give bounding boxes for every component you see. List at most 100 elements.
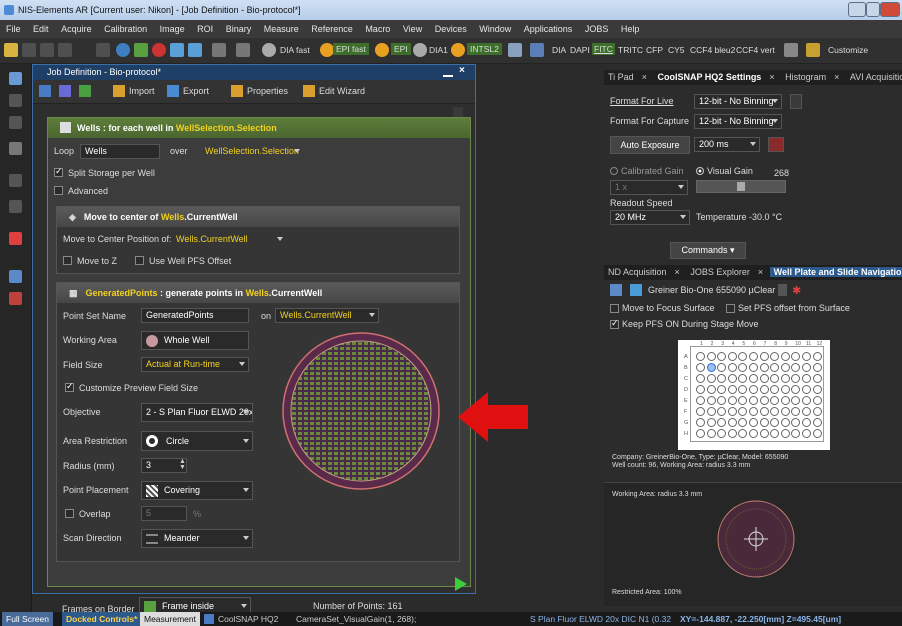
menu-roi[interactable]: ROI [197, 24, 213, 34]
job-add-icon[interactable] [79, 85, 91, 97]
plate-well[interactable] [696, 363, 705, 372]
set-pfs-checkbox[interactable] [726, 304, 735, 313]
epi-icon[interactable] [375, 43, 389, 57]
plate-well[interactable] [791, 429, 801, 438]
advanced-checkbox[interactable] [54, 186, 63, 195]
objective-select[interactable]: 2 - S Plan Fluor ELWD 20x [141, 403, 253, 422]
plate-well[interactable] [770, 363, 780, 372]
plate-well[interactable] [738, 407, 748, 416]
filter-dapi[interactable]: DAPI [570, 45, 590, 55]
plate-well[interactable] [791, 407, 801, 416]
filter-dia[interactable]: DIA [552, 45, 566, 55]
plate-well[interactable] [780, 352, 790, 361]
filter-ccf4-vert[interactable]: CCF4 vert [736, 45, 775, 55]
menu-image[interactable]: Image [160, 24, 185, 34]
stop-icon[interactable] [96, 43, 110, 57]
plate-well[interactable] [717, 374, 727, 383]
properties-button[interactable]: Properties [247, 86, 288, 96]
plate-well[interactable] [759, 363, 769, 372]
menu-applications[interactable]: Applications [524, 24, 573, 34]
plate-well[interactable] [802, 429, 811, 438]
menu-measure[interactable]: Measure [264, 24, 299, 34]
plate-well[interactable] [706, 418, 716, 427]
point-set-input[interactable]: GeneratedPoints [141, 308, 249, 323]
gain-x-select[interactable]: 1 x [610, 180, 688, 195]
job-run-icon[interactable] [59, 85, 71, 97]
plate-well[interactable] [749, 352, 758, 361]
plate-well[interactable] [727, 429, 737, 438]
menu-acquire[interactable]: Acquire [61, 24, 92, 34]
plate-well[interactable] [696, 429, 705, 438]
tools-icon[interactable] [9, 270, 22, 283]
plate-well[interactable] [791, 374, 801, 383]
plate-well[interactable] [749, 374, 758, 383]
plate-well[interactable] [812, 374, 822, 383]
tab-histogram[interactable]: Histogram [781, 72, 830, 82]
plate-well[interactable] [717, 396, 727, 405]
menu-view[interactable]: View [403, 24, 422, 34]
commands-button[interactable]: Commands ▾ [670, 242, 746, 259]
plate-well[interactable] [759, 385, 769, 394]
tab-measurement[interactable]: Measurement [140, 612, 200, 626]
draw-icon[interactable] [9, 174, 22, 187]
pointer-icon[interactable] [9, 72, 22, 85]
plate-well[interactable] [696, 418, 705, 427]
plate-dropdown-arrow[interactable] [778, 284, 787, 296]
layout-icon[interactable] [806, 43, 820, 57]
plate-well[interactable] [727, 407, 737, 416]
tab-ti-pad[interactable]: Ti Pad [604, 72, 638, 82]
plate-well[interactable] [706, 374, 716, 383]
filter-cfp[interactable]: CFP [646, 45, 663, 55]
plate-well[interactable] [749, 429, 758, 438]
overlap-input[interactable]: 5 [141, 506, 187, 521]
overlap-checkbox[interactable] [65, 509, 74, 518]
job-minimize-button[interactable] [443, 67, 453, 77]
tab-nd-acquisition[interactable]: ND Acquisition [604, 267, 671, 277]
exposure-select[interactable]: 200 ms [694, 137, 760, 152]
plate-well[interactable] [727, 374, 737, 383]
report-icon[interactable] [9, 292, 22, 305]
plate-well[interactable] [696, 407, 705, 416]
plate-well[interactable] [727, 385, 737, 394]
plate-well[interactable] [812, 407, 822, 416]
plate-well[interactable] [749, 418, 758, 427]
gain-slider[interactable] [696, 180, 786, 193]
over-select[interactable]: WellSelection.Selection [200, 144, 304, 159]
plate-well[interactable] [759, 374, 769, 383]
scan-direction-select[interactable]: Meander [141, 529, 253, 548]
plate-well[interactable] [770, 352, 780, 361]
well-plate-map[interactable]: 1 2 3 4 5 6 7 8 9 10 11 12 ABCDEFGH [678, 340, 830, 450]
clear-icon[interactable] [212, 43, 226, 57]
use-pfs-checkbox[interactable] [135, 256, 144, 265]
plate-grid-icon[interactable] [610, 284, 622, 296]
minimize-button[interactable] [848, 2, 866, 17]
generated-points-header[interactable]: ▦ GeneratedPoints : generate points in We… [57, 283, 459, 303]
plate-well[interactable] [717, 429, 727, 438]
plate-well[interactable] [780, 407, 790, 416]
plate-well[interactable] [706, 363, 716, 372]
epi-fast-icon[interactable] [320, 43, 334, 57]
settings-icon[interactable] [188, 43, 202, 57]
plate-well[interactable] [727, 396, 737, 405]
plate-well[interactable] [727, 363, 737, 372]
format-live-select[interactable]: 12-bit - No Binning [694, 94, 782, 109]
customize-button[interactable]: Customize [828, 45, 868, 55]
auto-exposure-button[interactable]: Auto Exposure [610, 136, 690, 154]
visual-gain-radio[interactable] [696, 167, 704, 175]
tab-coolsnap-settings[interactable]: CoolSNAP HQ2 Settings [653, 72, 765, 82]
plate-well[interactable] [770, 385, 780, 394]
menu-reference[interactable]: Reference [311, 24, 353, 34]
plate-well[interactable] [759, 418, 769, 427]
export-button[interactable]: Export [183, 86, 209, 96]
plate-well[interactable] [738, 418, 748, 427]
tab-full-screen[interactable]: Full Screen [2, 612, 53, 626]
plate-well[interactable] [738, 396, 748, 405]
zoom-icon[interactable] [9, 94, 22, 107]
plate-well[interactable] [780, 374, 790, 383]
plate-well[interactable] [749, 396, 758, 405]
format-capture-select[interactable]: 12-bit - No Binning [694, 114, 782, 129]
plate-well[interactable] [749, 363, 758, 372]
dia-fast-icon[interactable] [262, 43, 276, 57]
plate-well[interactable] [696, 352, 705, 361]
job-close-button[interactable]: × [459, 65, 465, 76]
